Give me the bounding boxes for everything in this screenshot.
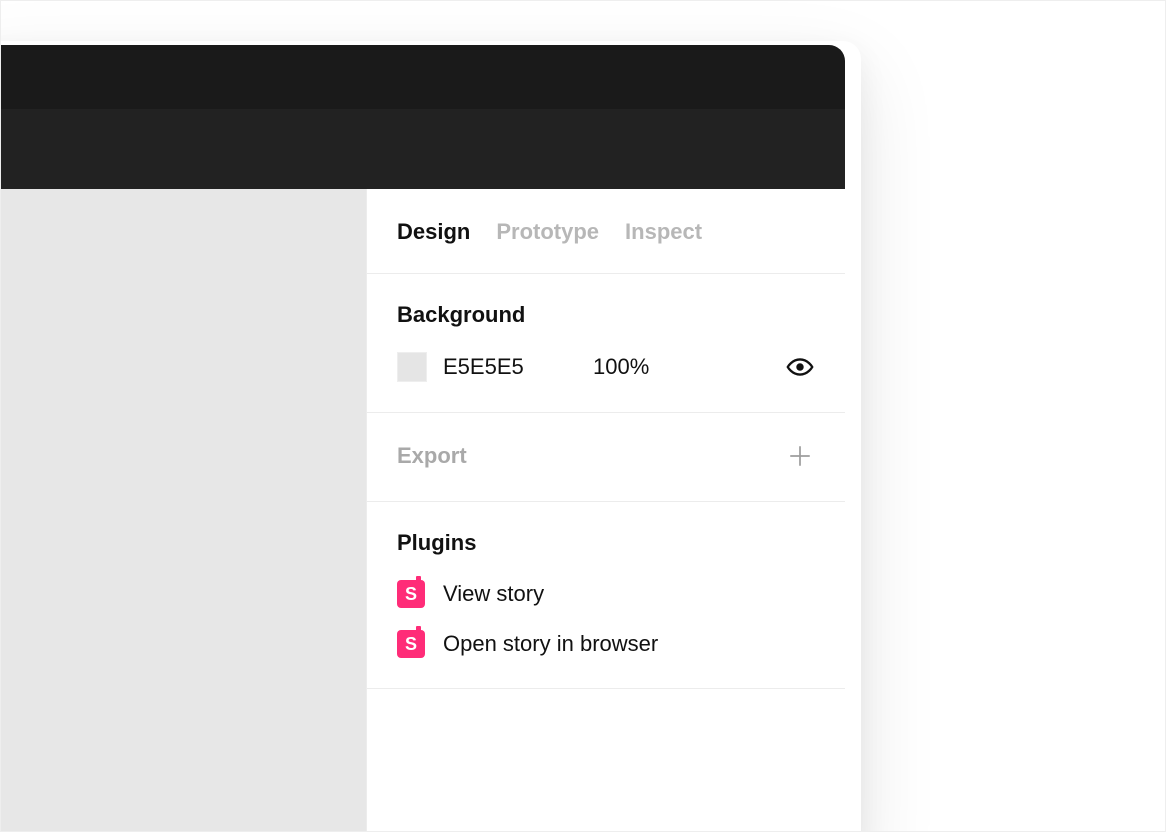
background-section: Background E5E5E5 100% (367, 274, 845, 413)
background-row: E5E5E5 100% (397, 352, 815, 382)
plugin-label: Open story in browser (443, 631, 658, 657)
plugin-list: S View story S Open story in browser (397, 580, 815, 658)
add-export-button[interactable] (785, 441, 815, 471)
eye-icon (786, 353, 814, 381)
visibility-toggle[interactable] (785, 352, 815, 382)
inspector-tabs: Design Prototype Inspect (367, 189, 845, 274)
background-hex-input[interactable]: E5E5E5 (443, 354, 563, 380)
page-frame: Design Prototype Inspect Background E5E5… (0, 0, 1166, 832)
export-section: Export (367, 413, 845, 502)
titlebar (1, 45, 845, 109)
storybook-icon: S (397, 580, 425, 608)
plugins-title: Plugins (397, 530, 815, 556)
background-opacity-input[interactable]: 100% (593, 354, 683, 380)
storybook-icon: S (397, 630, 425, 658)
content-area: Design Prototype Inspect Background E5E5… (1, 189, 845, 832)
tab-prototype[interactable]: Prototype (496, 219, 599, 245)
inspector-panel: Design Prototype Inspect Background E5E5… (366, 189, 845, 832)
app-window: Design Prototype Inspect Background E5E5… (1, 45, 845, 832)
plugin-label: View story (443, 581, 544, 607)
background-title: Background (397, 302, 815, 328)
plugin-item-view-story[interactable]: S View story (397, 580, 815, 608)
toolbar (1, 109, 845, 189)
plugin-item-open-story[interactable]: S Open story in browser (397, 630, 815, 658)
background-swatch[interactable] (397, 352, 427, 382)
canvas-area[interactable] (1, 189, 366, 832)
plus-icon (787, 443, 813, 469)
tab-inspect[interactable]: Inspect (625, 219, 702, 245)
plugins-section: Plugins S View story S (367, 502, 845, 689)
tab-design[interactable]: Design (397, 219, 470, 245)
export-title: Export (397, 443, 467, 469)
